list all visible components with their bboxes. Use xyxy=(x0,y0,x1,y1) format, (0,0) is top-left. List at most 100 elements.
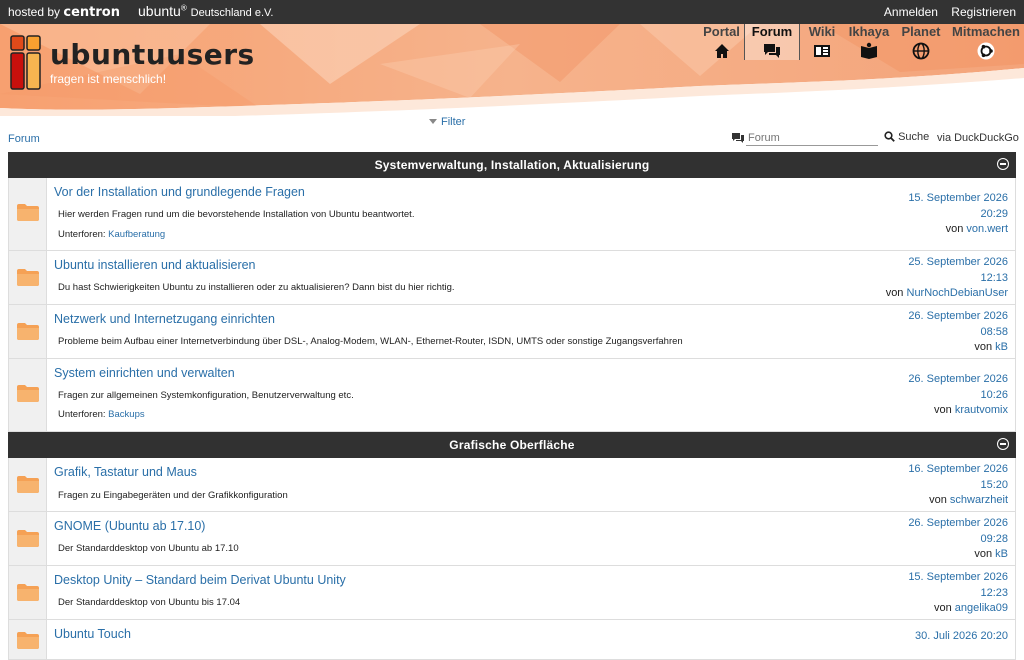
last-post: 26. September 2026 08:58 von kB xyxy=(908,309,1008,356)
nav-portal[interactable]: Portal xyxy=(699,24,744,64)
site-header: ubuntuusers fragen ist menschlich! Porta… xyxy=(0,24,1024,116)
nav-ikhaya[interactable]: Ikhaya xyxy=(844,24,894,64)
last-post-date[interactable]: 16. September 2026 xyxy=(908,463,1008,475)
ubuntu-deutschland-link[interactable]: ubuntu® Deutschland e.V. xyxy=(138,3,273,19)
forum-title-link[interactable]: GNOME (Ubuntu ab 17.10) xyxy=(54,519,205,533)
search-button[interactable]: Suche xyxy=(884,131,929,143)
last-post-user[interactable]: NurNochDebianUser xyxy=(907,287,1009,299)
subforums-label: Unterforen: xyxy=(58,229,106,240)
search-button-label: Suche xyxy=(898,131,930,143)
registered-mark: ® xyxy=(180,3,187,13)
last-post-time[interactable]: 08:58 xyxy=(980,326,1008,338)
brand-name: ubuntuusers xyxy=(50,38,255,71)
last-post-user[interactable]: von.wert xyxy=(966,223,1008,235)
forum-title-link[interactable]: Ubuntu installieren und aktualisieren xyxy=(54,258,256,272)
last-post: 15. September 2026 20:29 von von.wert xyxy=(908,191,1008,238)
forum-row: Netzwerk und Internetzugang einrichten P… xyxy=(8,305,1016,359)
deutschland-ev: Deutschland e.V. xyxy=(190,7,274,19)
search-input[interactable] xyxy=(746,130,878,146)
by-label: von xyxy=(934,404,952,416)
last-post-user[interactable]: kB xyxy=(995,548,1008,560)
nav-forum[interactable]: Forum xyxy=(744,24,800,60)
last-post-time[interactable]: 20:20 xyxy=(980,630,1008,642)
hosted-prefix: hosted by xyxy=(8,5,61,19)
nav-label: Wiki xyxy=(808,24,836,39)
forum-description: Probleme beim Aufbau einer Internetverbi… xyxy=(58,336,683,347)
last-post-date[interactable]: 25. September 2026 xyxy=(908,256,1008,268)
folder-icon xyxy=(17,269,39,286)
forum-chat-icon xyxy=(732,133,744,143)
filter-toggle[interactable]: Filter xyxy=(429,116,465,128)
last-post-date[interactable]: 30. Juli 2026 xyxy=(915,630,977,642)
category-header: Grafische Oberfläche xyxy=(8,432,1016,458)
forum-row: GNOME (Ubuntu ab 17.10) Der Standarddesk… xyxy=(8,512,1016,566)
breadcrumb-forum[interactable]: Forum xyxy=(8,133,40,145)
by-label: von xyxy=(885,287,904,299)
forum-icon-cell xyxy=(9,512,47,565)
hosted-by[interactable]: hosted by centron xyxy=(8,5,120,20)
forum-icon-cell xyxy=(9,359,47,431)
forum-title-link[interactable]: Ubuntu Touch xyxy=(54,627,131,641)
forum-icon-cell xyxy=(9,251,47,304)
last-post: 15. September 2026 12:23 von angelika09 xyxy=(908,570,1008,617)
forum-row: Grafik, Tastatur und Maus Fragen zu Eing… xyxy=(8,458,1016,512)
last-post-date[interactable]: 26. September 2026 xyxy=(908,373,1008,385)
forum-row: Ubuntu Touch 30. Juli 2026 20:20 xyxy=(8,620,1016,660)
subforum-link[interactable]: Kaufberatung xyxy=(108,229,165,240)
last-post-time[interactable]: 10:26 xyxy=(980,389,1008,401)
ubuntu-icon xyxy=(977,42,995,60)
subforums: Unterforen: Kaufberatung xyxy=(58,229,165,240)
nav-label: Planet xyxy=(901,24,941,39)
ubuntu-wordmark: ubuntu xyxy=(138,3,181,19)
last-post-date[interactable]: 26. September 2026 xyxy=(908,310,1008,322)
slogan: fragen ist menschlich! xyxy=(50,72,167,86)
forum-description: Der Standarddesktop von Ubuntu bis 17.04 xyxy=(58,597,241,608)
last-post-user[interactable]: angelika09 xyxy=(955,602,1008,614)
register-link[interactable]: Registrieren xyxy=(951,5,1016,19)
folder-icon xyxy=(17,632,39,649)
collapse-icon[interactable] xyxy=(997,438,1009,450)
last-post-time[interactable]: 12:13 xyxy=(980,272,1008,284)
collapse-icon[interactable] xyxy=(997,158,1009,170)
last-post-date[interactable]: 15. September 2026 xyxy=(908,571,1008,583)
last-post-time[interactable]: 12:23 xyxy=(980,587,1008,599)
nav-label: Forum xyxy=(751,24,793,39)
forum-description: Hier werden Fragen rund um die bevorsteh… xyxy=(58,209,415,220)
forum-title-link[interactable]: System einrichten und verwalten xyxy=(54,366,235,380)
subforum-link[interactable]: Backups xyxy=(108,409,144,420)
last-post-time[interactable]: 15:20 xyxy=(980,479,1008,491)
last-post-date[interactable]: 15. September 2026 xyxy=(908,192,1008,204)
last-post-time[interactable]: 20:29 xyxy=(980,208,1008,220)
search-via: via DuckDuckGo xyxy=(937,132,1019,144)
book-icon xyxy=(861,42,877,59)
category-title: Grafische Oberfläche xyxy=(449,438,575,452)
wiki-icon xyxy=(814,45,830,57)
last-post: 26. September 2026 09:28 von kB xyxy=(908,516,1008,563)
forum-title-link[interactable]: Desktop Unity – Standard beim Derivat Ub… xyxy=(54,573,346,587)
subforums: Unterforen: Backups xyxy=(58,409,145,420)
last-post-user[interactable]: kB xyxy=(995,341,1008,353)
forum-title-link[interactable]: Grafik, Tastatur und Maus xyxy=(54,465,197,479)
last-post-user[interactable]: schwarzheit xyxy=(950,494,1008,506)
last-post: 26. September 2026 10:26 von krautvomix xyxy=(908,372,1008,419)
forum-title-link[interactable]: Vor der Installation und grundlegende Fr… xyxy=(54,185,305,199)
forum-title-link[interactable]: Netzwerk und Internetzugang einrichten xyxy=(54,312,275,326)
filter-label: Filter xyxy=(441,116,466,128)
nav-planet[interactable]: Planet xyxy=(894,24,948,64)
ubuntuusers-logo[interactable]: ubuntuusers fragen ist menschlich! xyxy=(10,34,254,97)
forum-icon-cell xyxy=(9,305,47,358)
last-post-date[interactable]: 26. September 2026 xyxy=(908,517,1008,529)
last-post-user[interactable]: krautvomix xyxy=(955,404,1008,416)
globe-icon xyxy=(912,42,930,60)
nav-mitmachen[interactable]: Mitmachen xyxy=(948,24,1024,64)
forum-row: Desktop Unity – Standard beim Derivat Ub… xyxy=(8,566,1016,620)
breadcrumb[interactable]: Forum xyxy=(8,133,40,145)
forum-list: Systemverwaltung, Installation, Aktualis… xyxy=(8,152,1016,660)
forum-icon-cell xyxy=(9,178,47,250)
last-post-time[interactable]: 09:28 xyxy=(980,533,1008,545)
triangle-down-icon xyxy=(429,119,437,124)
folder-icon xyxy=(17,584,39,601)
subforums-label: Unterforen: xyxy=(58,409,106,420)
nav-wiki[interactable]: Wiki xyxy=(800,24,844,64)
login-link[interactable]: Anmelden xyxy=(884,5,938,19)
